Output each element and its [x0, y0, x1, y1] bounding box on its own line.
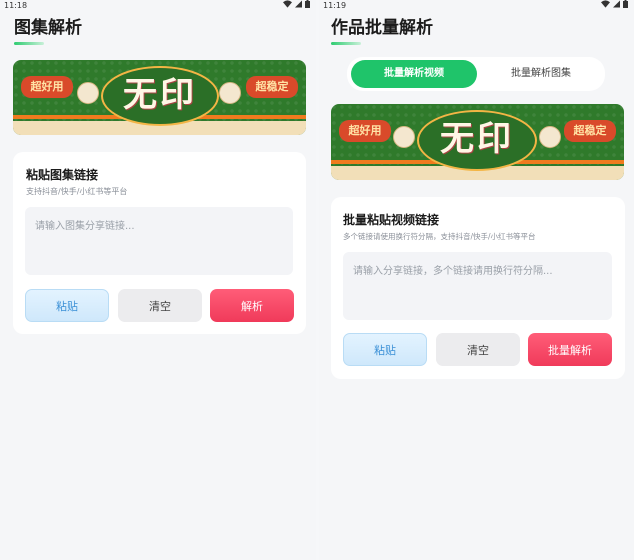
banner-center-text: 无印 — [123, 75, 197, 115]
banner-center-text: 无印 — [440, 119, 514, 159]
card-subtitle: 支持抖音/快手/小红书等平台 — [26, 187, 128, 196]
tab-batch-video[interactable]: 批量解析视频 — [351, 60, 477, 88]
status-icons — [601, 0, 628, 8]
status-time: 11:18 — [4, 1, 28, 10]
cloud-icon — [539, 126, 561, 148]
paste-button[interactable]: 粘贴 — [25, 289, 109, 322]
tab-batch-album[interactable]: 批量解析图集 — [479, 60, 603, 88]
card-title: 批量粘贴视频链接 — [343, 213, 440, 227]
title-underline — [14, 42, 44, 45]
batch-parse-button[interactable]: 批量解析 — [528, 333, 612, 366]
wifi-icon — [601, 0, 610, 8]
tab-bar: 批量解析视频 批量解析图集 — [347, 57, 605, 91]
signal-icon — [295, 0, 302, 8]
status-icons — [283, 0, 310, 8]
banner-tag-right: 超稳定 — [246, 76, 298, 98]
parse-button[interactable]: 解析 — [210, 289, 294, 322]
link-input[interactable] — [25, 207, 293, 275]
status-bar: 11:19 — [319, 0, 634, 12]
page-title: 作品批量解析 — [331, 18, 433, 38]
input-card: 批量粘贴视频链接 多个链接请使用换行符分隔，支持抖音/快手/小红书等平台 粘贴 … — [331, 197, 625, 379]
wifi-icon — [283, 0, 292, 8]
banner-tag-left: 超好用 — [21, 76, 73, 98]
banner: 无印 超好用 超稳定 — [13, 60, 306, 135]
screen-album-parse: 11:18 图集解析 无印 超好用 超稳定 粘贴图集链接 支持抖音/快手/小红书… — [0, 0, 316, 560]
banner-tag-left: 超好用 — [339, 120, 391, 142]
banner: 无印 超好用 超稳定 — [331, 104, 624, 180]
screen-batch-parse: 11:19 作品批量解析 批量解析视频 批量解析图集 无印 超好用 超稳定 批量… — [319, 0, 634, 560]
cloud-icon — [219, 82, 241, 104]
cloud-icon — [77, 82, 99, 104]
status-bar: 11:18 — [0, 0, 316, 12]
paste-button[interactable]: 粘贴 — [343, 333, 427, 366]
card-title: 粘贴图集链接 — [26, 168, 99, 182]
input-card: 粘贴图集链接 支持抖音/快手/小红书等平台 粘贴 清空 解析 — [13, 152, 306, 334]
card-subtitle: 多个链接请使用换行符分隔，支持抖音/快手/小红书等平台 — [343, 232, 536, 241]
clear-button[interactable]: 清空 — [436, 333, 520, 366]
battery-icon — [623, 0, 628, 8]
link-input[interactable] — [343, 252, 612, 320]
cloud-icon — [393, 126, 415, 148]
status-time: 11:19 — [323, 1, 347, 10]
banner-tag-right: 超稳定 — [564, 120, 616, 142]
signal-icon — [613, 0, 620, 8]
battery-icon — [305, 0, 310, 8]
page-title: 图集解析 — [14, 18, 82, 38]
clear-button[interactable]: 清空 — [118, 289, 202, 322]
title-underline — [331, 42, 361, 45]
